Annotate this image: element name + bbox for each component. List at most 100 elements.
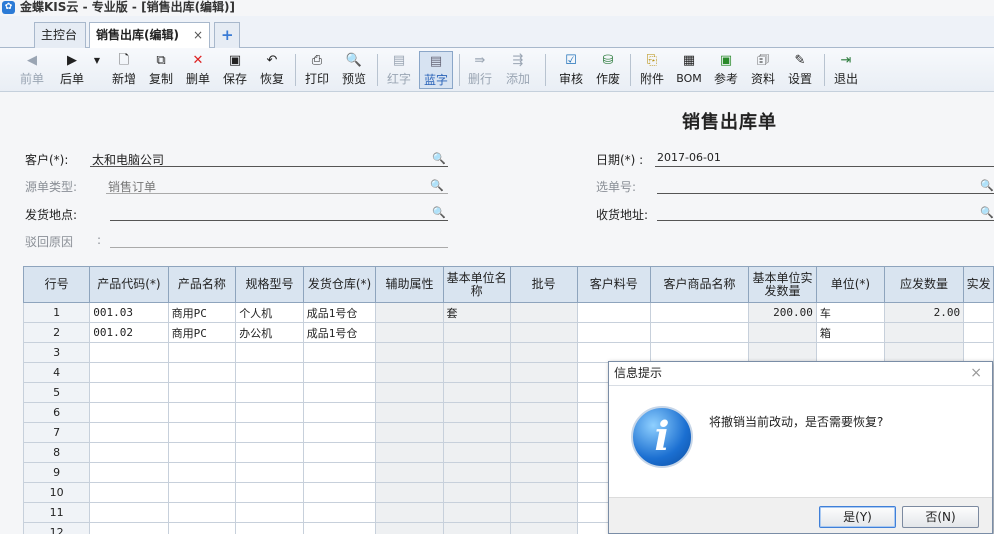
dialog-close-icon[interactable]: × — [970, 362, 982, 385]
column-header[interactable]: 实发 — [963, 266, 994, 303]
grid-cell[interactable] — [89, 482, 169, 503]
yes-button[interactable]: 是(Y) — [819, 506, 896, 528]
grid-cell[interactable] — [442, 362, 511, 383]
next-button[interactable]: ▶ 后单 — [55, 51, 89, 89]
grid-cell[interactable] — [89, 522, 169, 534]
grid-cell[interactable] — [167, 402, 237, 423]
grid-cell[interactable] — [235, 402, 304, 423]
grid-cell[interactable] — [442, 322, 511, 343]
column-header[interactable]: 发货仓库(*) — [302, 266, 377, 303]
prev-button[interactable]: ◀ 前单 — [17, 51, 47, 89]
red-invoice-button[interactable]: ▤ 红字 — [383, 51, 415, 89]
grid-cell[interactable] — [302, 462, 377, 483]
grid-cell[interactable] — [509, 402, 578, 423]
grid-cell[interactable] — [815, 342, 885, 363]
grid-cell[interactable] — [883, 342, 965, 363]
add-tab-icon[interactable]: + — [214, 22, 240, 48]
select-no-lookup-icon[interactable]: 🔍 — [980, 179, 994, 192]
grid-cell[interactable] — [963, 322, 994, 343]
reference-button[interactable]: ▣ 参考 — [711, 51, 741, 89]
grid-cell[interactable] — [302, 342, 377, 363]
grid-cell[interactable] — [576, 342, 651, 363]
grid-cell[interactable] — [302, 382, 377, 403]
grid-cell[interactable] — [375, 462, 444, 483]
grid-cell[interactable] — [442, 442, 511, 463]
print-button[interactable]: ⎙ 打印 — [302, 51, 332, 89]
column-header[interactable]: 批号 — [509, 266, 578, 303]
grid-cell[interactable] — [649, 322, 750, 343]
customer-lookup-icon[interactable]: 🔍 — [432, 152, 447, 165]
grid-cell[interactable] — [167, 462, 237, 483]
exit-button[interactable]: ⇥ 退出 — [831, 51, 861, 89]
bom-button[interactable]: ▦ BOM — [674, 51, 704, 89]
grid-cell[interactable] — [235, 522, 304, 534]
audit-button[interactable]: ☑ 审核 — [556, 51, 586, 89]
grid-cell[interactable]: 001.02 — [89, 322, 169, 343]
recv-address-lookup-icon[interactable]: 🔍 — [980, 206, 994, 219]
grid-cell[interactable] — [963, 302, 994, 323]
new-button[interactable]: 🗋 新增 — [109, 51, 139, 89]
grid-cell[interactable] — [509, 482, 578, 503]
restore-button[interactable]: ↶ 恢复 — [257, 51, 287, 89]
grid-cell[interactable] — [509, 322, 578, 343]
grid-cell[interactable] — [89, 422, 169, 443]
grid-cell[interactable] — [89, 502, 169, 523]
grid-cell[interactable] — [89, 442, 169, 463]
grid-cell[interactable] — [576, 322, 651, 343]
grid-cell[interactable] — [302, 422, 377, 443]
grid-cell[interactable] — [883, 322, 965, 343]
grid-cell[interactable]: 办公机 — [235, 322, 304, 343]
preview-button[interactable]: 🔍 预览 — [339, 51, 369, 89]
void-button[interactable]: ⛁ 作废 — [593, 51, 623, 89]
no-button[interactable]: 否(N) — [902, 506, 979, 528]
tab-close-icon[interactable]: × — [193, 23, 203, 47]
grid-cell[interactable] — [375, 522, 444, 534]
column-header[interactable]: 单位(*) — [815, 266, 885, 303]
grid-cell[interactable] — [442, 522, 511, 534]
info-button[interactable]: 🗊 资料 — [748, 51, 778, 89]
grid-cell[interactable] — [89, 342, 169, 363]
grid-cell[interactable] — [375, 482, 444, 503]
add-row-button[interactable]: ⇶ 添加 — [503, 51, 533, 89]
grid-cell[interactable] — [649, 342, 750, 363]
grid-cell[interactable] — [375, 442, 444, 463]
grid-cell[interactable]: 001.03 — [89, 302, 169, 323]
grid-cell[interactable] — [302, 522, 377, 534]
grid-cell[interactable] — [235, 362, 304, 383]
grid-cell[interactable] — [89, 402, 169, 423]
grid-cell[interactable] — [375, 322, 444, 343]
grid-cell[interactable] — [442, 422, 511, 443]
grid-cell[interactable]: 套 — [442, 302, 511, 323]
grid-cell[interactable] — [235, 462, 304, 483]
grid-cell[interactable] — [89, 362, 169, 383]
grid-cell[interactable] — [235, 382, 304, 403]
grid-cell[interactable] — [167, 502, 237, 523]
grid-cell[interactable] — [167, 382, 237, 403]
grid-cell[interactable]: 商用PC — [167, 302, 237, 323]
grid-cell[interactable]: 个人机 — [235, 302, 304, 323]
column-header[interactable]: 客户商品名称 — [649, 266, 750, 303]
grid-cell[interactable] — [375, 502, 444, 523]
grid-cell[interactable] — [235, 442, 304, 463]
grid-cell[interactable] — [89, 462, 169, 483]
grid-cell[interactable] — [442, 482, 511, 503]
column-header[interactable]: 产品代码(*) — [89, 266, 169, 303]
column-header[interactable]: 产品名称 — [167, 266, 237, 303]
column-header[interactable]: 客户料号 — [576, 266, 651, 303]
grid-cell[interactable] — [375, 382, 444, 403]
grid-cell[interactable] — [509, 422, 578, 443]
column-header[interactable]: 规格型号 — [235, 266, 304, 303]
grid-cell[interactable] — [167, 482, 237, 503]
grid-cell[interactable]: 成品1号仓 — [302, 322, 377, 343]
column-header[interactable]: 辅助属性 — [375, 266, 444, 303]
source-type-lookup-icon[interactable]: 🔍 — [430, 179, 445, 192]
grid-cell[interactable] — [509, 302, 578, 323]
grid-cell[interactable] — [302, 402, 377, 423]
ship-location-lookup-icon[interactable]: 🔍 — [432, 206, 447, 219]
grid-cell[interactable] — [442, 462, 511, 483]
attachment-button[interactable]: ⎘ 附件 — [637, 51, 667, 89]
grid-cell[interactable] — [509, 362, 578, 383]
delete-button[interactable]: ✕ 删单 — [183, 51, 213, 89]
grid-cell[interactable] — [649, 302, 750, 323]
grid-cell[interactable]: 2.00 — [883, 302, 965, 323]
